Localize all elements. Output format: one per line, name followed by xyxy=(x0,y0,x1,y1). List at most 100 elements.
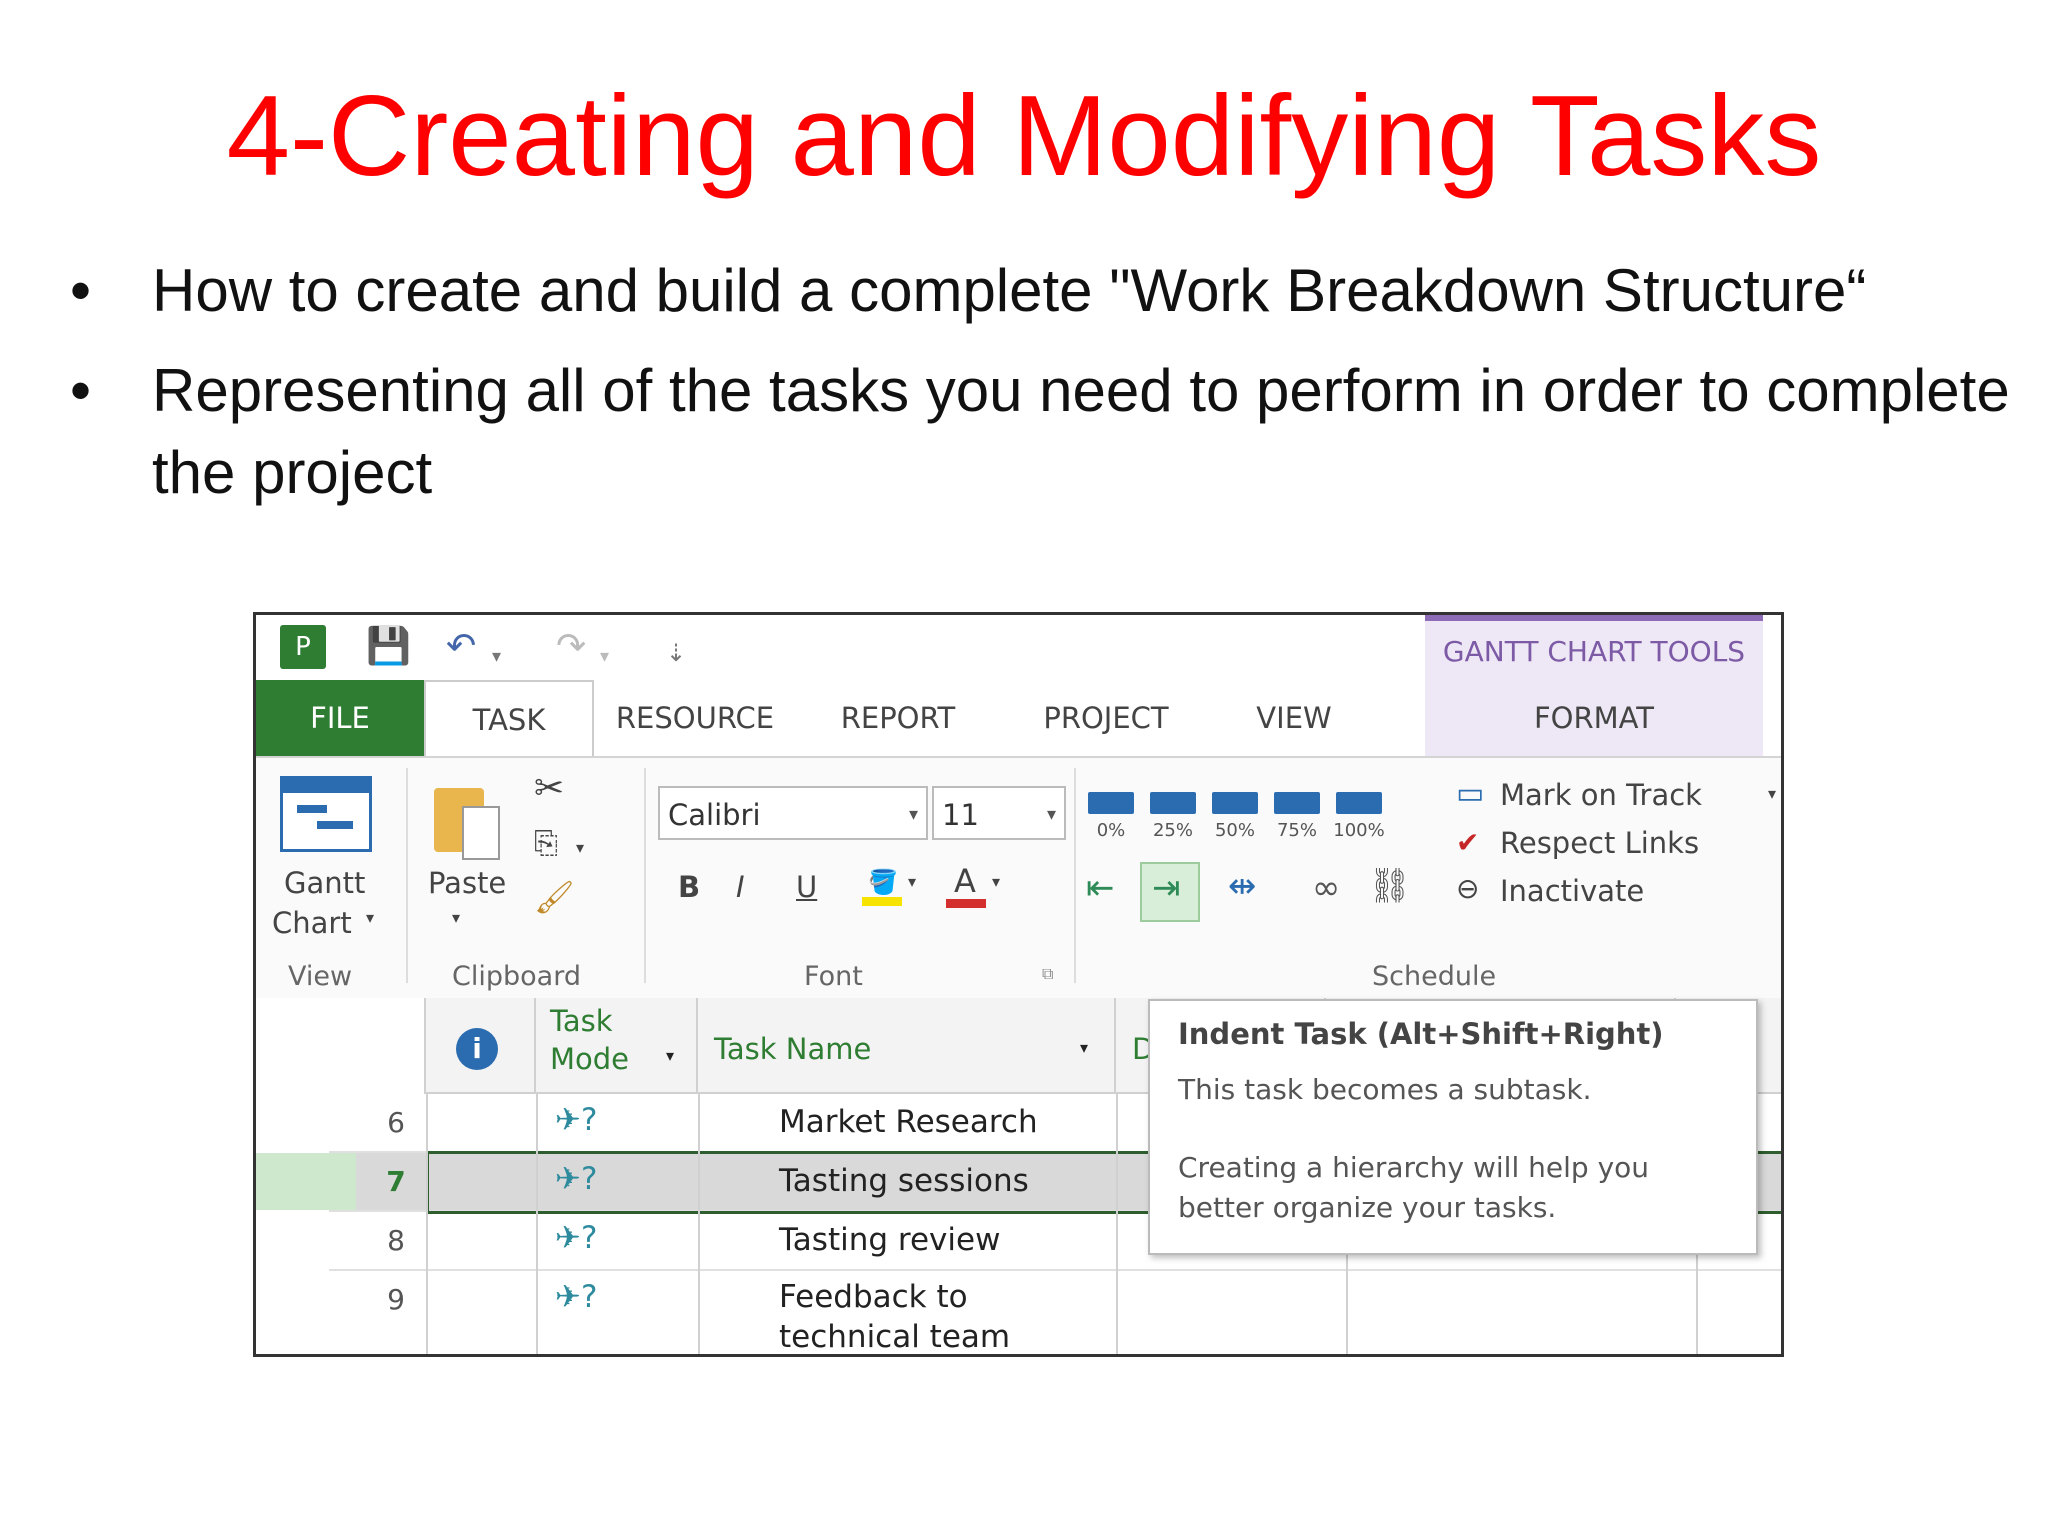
tab-format[interactable]: FORMAT xyxy=(1425,680,1763,756)
dialog-launcher-icon[interactable]: ⧉ xyxy=(1042,964,1053,984)
tooltip-line3: better organize your tasks. xyxy=(1178,1191,1557,1224)
project-app-icon: P xyxy=(280,625,326,669)
ribbon: Gantt Chart ▾ View Paste ▾ ✂ ⎘ ▾ 🖌 Clipb… xyxy=(256,756,1781,1000)
redo-icon[interactable]: ↷ xyxy=(556,627,586,667)
row-number: 7 xyxy=(386,1165,406,1198)
schedule-group: 0% 25% 50% 75% 100% ⇤ ⇥ ⇹ ∞ ⛓ ▭ Mark on … xyxy=(1076,758,1781,998)
gantt-chart-button[interactable]: Gantt xyxy=(284,866,365,900)
tooltip-title: Indent Task (Alt+Shift+Right) xyxy=(1178,1017,1664,1051)
font-family-value: Calibri xyxy=(668,798,761,832)
column-divider xyxy=(698,1094,700,1354)
link-tasks-icon[interactable]: ∞ xyxy=(1312,868,1340,908)
unlink-tasks-icon[interactable]: ⛓ xyxy=(1368,866,1411,906)
bold-button[interactable]: B xyxy=(678,870,700,904)
tab-resource[interactable]: RESOURCE xyxy=(592,680,798,756)
tooltip-line2: Creating a hierarchy will help you xyxy=(1178,1151,1650,1184)
undo-dropdown-icon[interactable]: ▾ xyxy=(492,637,501,677)
table-row[interactable]: 9 ✈? Feedback to technical team xyxy=(329,1271,1781,1354)
indent-task-tooltip: Indent Task (Alt+Shift+Right) This task … xyxy=(1148,999,1758,1255)
chevron-down-icon[interactable]: ▾ xyxy=(908,872,916,891)
task-name-cell[interactable]: Feedback to xyxy=(779,1279,968,1315)
percent-100-label: 100% xyxy=(1333,820,1385,841)
bullet-item: • How to create and build a complete "Wo… xyxy=(70,250,2030,332)
indent-task-button[interactable]: ⇥ xyxy=(1140,862,1200,922)
outdent-task-icon[interactable]: ⇤ xyxy=(1086,868,1115,908)
task-name-cell-line2[interactable]: technical team xyxy=(779,1319,1010,1354)
chevron-down-icon[interactable]: ▾ xyxy=(909,788,918,842)
task-name-cell[interactable]: Tasting sessions xyxy=(779,1163,1029,1199)
row-number-highlight xyxy=(256,1153,356,1210)
split-task-icon[interactable]: ⇹ xyxy=(1228,866,1257,906)
clipboard-group-label: Clipboard xyxy=(452,961,581,992)
manual-schedule-icon: ✈? xyxy=(555,1161,598,1197)
percent-75-icon[interactable] xyxy=(1274,792,1320,814)
paste-icon xyxy=(434,788,500,860)
underline-button[interactable]: U xyxy=(796,870,817,904)
undo-icon[interactable]: ↶ xyxy=(446,627,476,667)
percent-25-icon[interactable] xyxy=(1150,792,1196,814)
paste-button[interactable]: Paste xyxy=(428,866,506,900)
tab-file[interactable]: FILE xyxy=(256,680,424,756)
view-group: Gantt Chart ▾ View xyxy=(256,758,406,998)
tab-report[interactable]: REPORT xyxy=(798,680,998,756)
bullet-text: How to create and build a complete "Work… xyxy=(152,257,1867,324)
tab-view[interactable]: VIEW xyxy=(1214,680,1374,756)
percent-50-icon[interactable] xyxy=(1212,792,1258,814)
copy-icon[interactable]: ⎘ xyxy=(534,826,558,861)
manual-schedule-icon: ✈? xyxy=(555,1220,598,1256)
mark-on-track-button[interactable]: Mark on Track xyxy=(1500,778,1702,812)
font-size-select[interactable]: 11 ▾ xyxy=(932,786,1066,840)
task-name-cell[interactable]: Market Research xyxy=(779,1104,1038,1140)
chevron-down-icon[interactable]: ▾ xyxy=(452,908,460,927)
row-number: 8 xyxy=(387,1224,405,1257)
customize-qat-icon[interactable]: ⇣ xyxy=(666,633,686,673)
schedule-group-label: Schedule xyxy=(1372,961,1497,992)
gantt-chart-icon xyxy=(280,776,372,852)
inactivate-button[interactable]: Inactivate xyxy=(1500,874,1644,908)
percent-50-label: 50% xyxy=(1214,820,1255,841)
chevron-down-icon[interactable]: ▾ xyxy=(576,838,584,857)
highlight-color-icon[interactable]: 🪣 xyxy=(862,866,902,906)
info-icon: i xyxy=(456,1028,498,1070)
gantt-chart-button-line2[interactable]: Chart xyxy=(272,906,352,940)
chevron-down-icon[interactable]: ▾ xyxy=(1047,788,1056,842)
font-family-select[interactable]: Calibri ▾ xyxy=(658,786,928,840)
percent-100-icon[interactable] xyxy=(1336,792,1382,814)
bullet-dot: • xyxy=(70,257,92,324)
tab-task[interactable]: TASK xyxy=(424,680,594,760)
format-painter-icon[interactable]: 🖌 xyxy=(534,878,575,916)
task-mode-header-line2: Mode xyxy=(550,1042,630,1076)
font-group-label: Font xyxy=(804,961,863,992)
indicators-column-header[interactable]: i xyxy=(426,998,536,1094)
respect-links-button[interactable]: Respect Links xyxy=(1500,826,1699,860)
cut-icon[interactable]: ✂ xyxy=(534,768,564,809)
ribbon-tabs: FILE TASK RESOURCE REPORT PROJECT VIEW F… xyxy=(256,680,1781,760)
percent-0-icon[interactable] xyxy=(1088,792,1134,814)
font-color-glyph: A xyxy=(954,862,976,900)
manual-schedule-icon: ✈? xyxy=(555,1102,598,1138)
column-divider xyxy=(426,1094,428,1354)
chevron-down-icon[interactable]: ▾ xyxy=(1768,784,1776,803)
task-mode-column-header[interactable]: Task Mode ▾ xyxy=(536,998,698,1094)
tab-project[interactable]: PROJECT xyxy=(998,680,1214,756)
save-icon[interactable]: 💾 xyxy=(366,627,411,667)
bullet-text: Representing all of the tasks you need t… xyxy=(152,357,2010,506)
italic-button[interactable]: I xyxy=(736,870,745,904)
chevron-down-icon[interactable]: ▾ xyxy=(992,872,1000,891)
chevron-down-icon[interactable]: ▾ xyxy=(666,1046,674,1065)
font-color-button[interactable]: A xyxy=(946,862,986,908)
task-name-cell[interactable]: Tasting review xyxy=(779,1222,1000,1258)
row-header-corner xyxy=(256,998,426,1094)
bullet-dot: • xyxy=(70,357,92,424)
percent-25-label: 25% xyxy=(1152,820,1193,841)
gantt-chart-tools-label: GANTT CHART TOOLS xyxy=(1442,635,1746,668)
chevron-down-icon[interactable]: ▾ xyxy=(1080,1038,1088,1057)
row-number: 6 xyxy=(387,1106,405,1139)
task-name-column-header[interactable]: Task Name ▾ xyxy=(698,998,1116,1094)
redo-dropdown-icon[interactable]: ▾ xyxy=(600,637,609,677)
column-divider xyxy=(536,1094,538,1354)
chevron-down-icon[interactable]: ▾ xyxy=(366,908,374,927)
row-number: 9 xyxy=(387,1283,405,1316)
view-group-label: View xyxy=(288,961,353,992)
percent-75-label: 75% xyxy=(1276,820,1317,841)
